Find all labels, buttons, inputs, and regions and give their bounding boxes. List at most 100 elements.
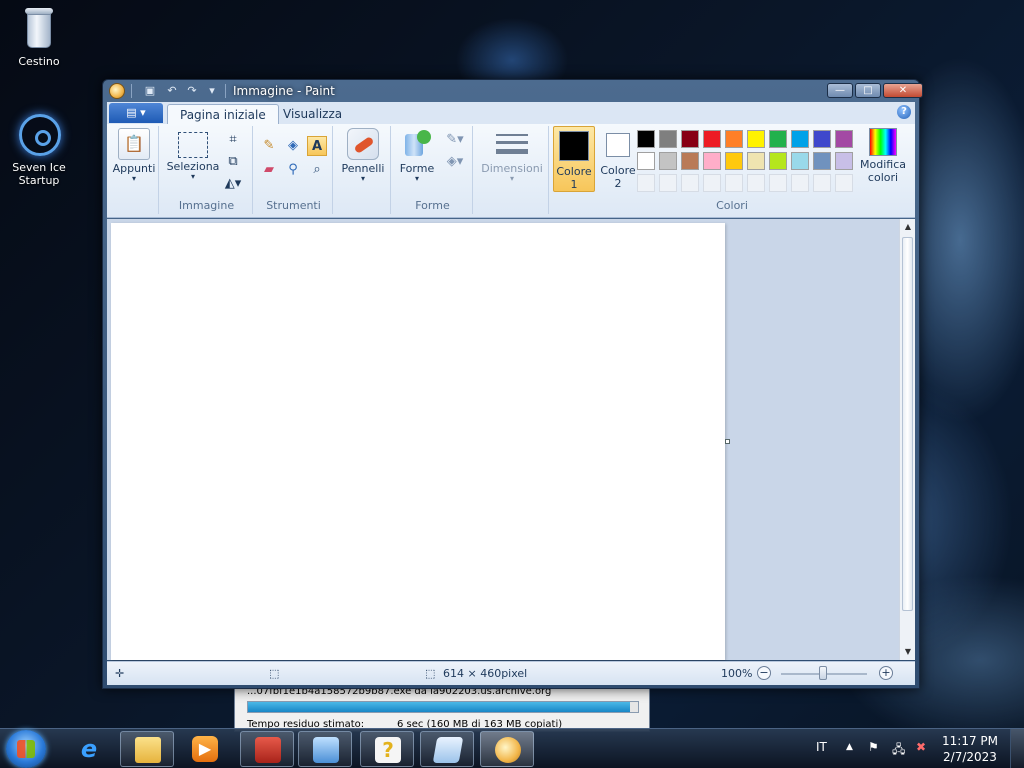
customize-quick-access-icon[interactable]: ▾ [205,84,219,98]
palette-swatch[interactable] [725,130,743,148]
group-image: Seleziona ▾ ⌗ ⧉ ◭▾ Immagine [161,126,253,214]
taskbar-internet-explorer[interactable]: e [62,731,116,767]
canvas-resize-handle-right[interactable] [725,439,730,444]
eraser-icon[interactable]: ▰ [259,160,279,180]
taskbar-notepad[interactable] [420,731,474,767]
show-hidden-icons-icon[interactable]: ▲ [846,742,853,752]
network-icon[interactable]: 🖧 [892,740,905,761]
pencil-icon[interactable]: ✎ [259,136,279,156]
rotate-icon[interactable]: ◭▾ [223,174,243,194]
shape-fill-icon[interactable]: ◈▾ [441,152,469,172]
help-icon[interactable]: ? [897,105,911,119]
taskbar-control-panel[interactable] [298,731,352,767]
zoom-slider-thumb[interactable] [819,666,827,680]
scrollbar-thumb[interactable] [902,237,913,611]
palette-swatch[interactable] [747,152,765,170]
download-dialog: ...07fbf1e1b4a158572b9b87.exe da ia90220… [234,682,650,732]
scroll-down-icon[interactable]: ▼ [900,644,916,660]
ribbon: 📋 Appunti ▾ Seleziona ▾ ⌗ ⧉ ◭▾ Immagine … [107,124,915,218]
title-bar[interactable]: ▣ ↶ ↷ ▾ Immagine - Paint — □ ✕ [103,80,923,102]
palette-swatch[interactable] [659,130,677,148]
zoom-level: 100% [721,667,753,680]
taskbar-paint[interactable] [480,731,534,767]
palette-swatch[interactable] [703,152,721,170]
taskbar-toolbox[interactable] [240,731,294,767]
edit-colors-button[interactable]: Modifica colori [855,128,911,184]
palette-swatch[interactable] [637,152,655,170]
tab-view[interactable]: Visualizza [271,104,354,124]
show-desktop-button[interactable] [1010,729,1024,768]
palette-swatch[interactable] [747,130,765,148]
vertical-scrollbar[interactable]: ▲ ▼ [899,219,915,660]
tab-home[interactable]: Pagina iniziale [167,104,279,124]
minimize-button[interactable]: — [827,83,853,98]
custom-color-slot[interactable] [835,174,853,192]
palette-swatch[interactable] [659,152,677,170]
biohazard-shortcut-icon [19,114,61,158]
scroll-up-icon[interactable]: ▲ [900,219,916,235]
palette-swatch[interactable] [791,130,809,148]
paint-app-icon[interactable] [109,83,125,99]
taskbar: e ▶ ? IT ▲ ⚑ 🖧 ✖ 11:17 PM 2/7/2023 [0,728,1024,768]
group-label-image: Immagine [178,199,235,212]
outline-icon[interactable]: ✎▾ [441,130,469,150]
brushes-button[interactable]: Pennelli ▾ [337,128,389,183]
drawing-canvas[interactable] [111,223,725,660]
paint-menu-button[interactable]: ▤ ▾ [109,103,163,123]
palette-swatch[interactable] [637,130,655,148]
system-clock[interactable]: 11:17 PM 2/7/2023 [942,733,998,765]
custom-color-slot[interactable] [813,174,831,192]
select-button[interactable]: Seleziona ▾ [163,128,223,181]
custom-color-slot[interactable] [703,174,721,192]
taskbar-help[interactable]: ? [360,731,414,767]
custom-color-slot[interactable] [681,174,699,192]
custom-color-slot[interactable] [747,174,765,192]
palette-swatch[interactable] [813,152,831,170]
desktop-icon-seven-ice-startup[interactable]: Seven Ice Startup [1,114,77,187]
color-picker-icon[interactable]: ⚲ [283,160,303,180]
color2-button[interactable]: Colore 2 [597,126,639,192]
resize-icon[interactable]: ⧉ [223,152,243,172]
start-button[interactable] [6,730,46,768]
undo-icon[interactable]: ↶ [165,84,179,98]
image-size: 614 × 460pixel [443,667,528,680]
custom-color-slot[interactable] [637,174,655,192]
palette-swatch[interactable] [835,152,853,170]
palette-swatch[interactable] [791,152,809,170]
palette-swatch[interactable] [769,130,787,148]
close-button[interactable]: ✕ [883,83,923,98]
zoom-out-button[interactable]: − [757,666,771,680]
palette-swatch[interactable] [681,130,699,148]
maximize-button[interactable]: □ [855,83,881,98]
size-button[interactable]: Dimensioni ▾ [477,128,547,183]
palette-swatch[interactable] [813,130,831,148]
taskbar-explorer[interactable] [120,731,174,767]
palette-swatch[interactable] [725,152,743,170]
action-center-flag-icon[interactable]: ⚑ [868,740,879,754]
language-indicator[interactable]: IT [816,740,827,754]
custom-color-slot[interactable] [769,174,787,192]
desktop-icon-recycle-bin[interactable]: Cestino [1,8,77,68]
color1-button[interactable]: Colore 1 [553,126,595,192]
text-icon[interactable]: A [307,136,327,156]
custom-color-slot[interactable] [791,174,809,192]
palette-swatch[interactable] [769,152,787,170]
clipboard-button[interactable]: 📋 Appunti ▾ [111,128,157,183]
redo-icon[interactable]: ↷ [185,84,199,98]
folder-icon [135,737,161,763]
fill-bucket-icon[interactable]: ◈ [283,136,303,156]
palette-swatch[interactable] [835,130,853,148]
shapes-button[interactable]: Forme ▾ [395,128,439,183]
notepad-icon [432,737,464,763]
image-size-icon: ⬚ [425,667,436,680]
custom-color-slot[interactable] [659,174,677,192]
crop-icon[interactable]: ⌗ [223,130,243,150]
save-icon[interactable]: ▣ [143,84,157,98]
volume-muted-icon[interactable]: ✖ [916,740,926,754]
palette-swatch[interactable] [703,130,721,148]
palette-swatch[interactable] [681,152,699,170]
taskbar-media-player[interactable]: ▶ [178,731,232,767]
custom-color-slot[interactable] [725,174,743,192]
zoom-in-button[interactable]: + [879,666,893,680]
magnifier-icon[interactable]: ⌕ [307,160,327,180]
